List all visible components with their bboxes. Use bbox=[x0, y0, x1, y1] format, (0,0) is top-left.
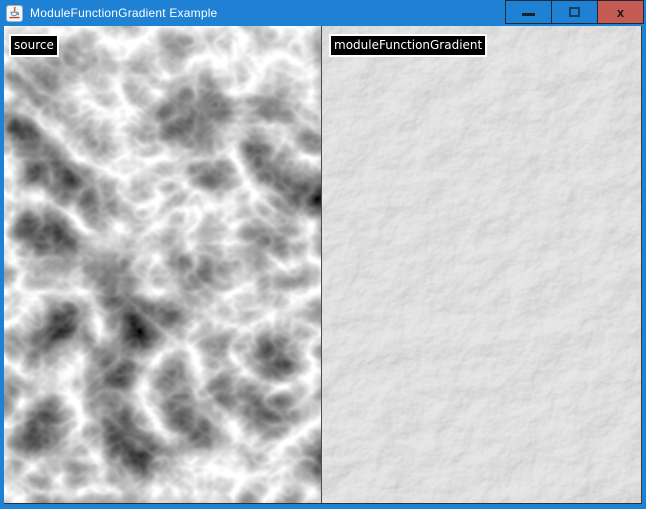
java-icon bbox=[6, 5, 23, 22]
gradient-noise-image bbox=[322, 26, 641, 503]
minimize-button[interactable] bbox=[505, 0, 552, 24]
close-icon: x bbox=[617, 6, 624, 19]
source-label: source bbox=[9, 34, 59, 57]
source-noise-image bbox=[4, 26, 321, 503]
window-title: ModuleFunctionGradient Example bbox=[30, 6, 217, 20]
minimize-icon bbox=[522, 13, 535, 16]
app-window: ModuleFunctionGradient Example x bbox=[0, 0, 646, 509]
gradient-panel: moduleFunctionGradient bbox=[321, 26, 641, 503]
titlebar[interactable]: ModuleFunctionGradient Example x bbox=[0, 0, 646, 26]
maximize-icon bbox=[569, 7, 580, 17]
content-area: source moduleFunctionGra bbox=[4, 26, 642, 504]
gradient-label: moduleFunctionGradient bbox=[329, 34, 487, 57]
source-panel: source bbox=[4, 26, 321, 503]
maximize-button[interactable] bbox=[551, 0, 598, 24]
close-button[interactable]: x bbox=[597, 0, 644, 24]
window-controls: x bbox=[506, 0, 644, 24]
